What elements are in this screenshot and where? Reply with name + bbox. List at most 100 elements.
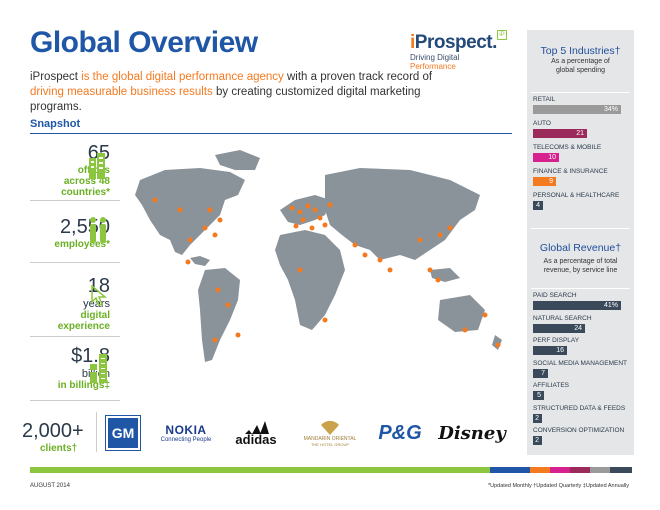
- central-america-shape: [190, 256, 210, 266]
- industries-subtitle: As a percentage of global spending: [551, 58, 610, 74]
- iprospect-logo: iProspect. iP Driving Digital Performanc…: [410, 30, 507, 71]
- snapshot-divider: [30, 133, 512, 134]
- industry-label: TELECOMS & MOBILE: [533, 144, 602, 151]
- disney-wordmark: Disney: [438, 422, 506, 444]
- intro-text: iProspect is the global digital performa…: [30, 70, 460, 115]
- pg-logo: P&G: [376, 415, 424, 451]
- intro-part-1: iProspect: [30, 71, 82, 83]
- nokia-logo: NOKIA Connecting People: [160, 415, 212, 451]
- greenland-shape: [215, 150, 260, 170]
- industry-bar: 4: [533, 201, 543, 210]
- logo-tagline: Driving Digital Performance: [410, 53, 505, 71]
- revenue-bar: 24: [533, 323, 585, 333]
- revenue-bar: 16: [533, 346, 567, 355]
- footer-stripe-segment: [280, 467, 390, 473]
- australia-shape: [438, 295, 485, 332]
- footer-stripe-segment: [160, 467, 280, 473]
- revenue-value: 24: [574, 324, 582, 332]
- industry-value: 21: [576, 130, 584, 137]
- industry-value: 34%: [603, 106, 618, 113]
- industry-value: 10: [548, 154, 556, 161]
- revenue-value: 5: [537, 392, 541, 399]
- footer-stripe-segment: [490, 467, 530, 473]
- revenue-value: 16: [556, 347, 564, 354]
- nokia-tagline: Connecting People: [160, 437, 212, 443]
- money-icon: [90, 354, 107, 383]
- industry-label: PERSONAL & HEALTHCARE: [533, 192, 620, 199]
- adidas-wordmark: adidas: [235, 432, 277, 447]
- gm-logo: GM: [105, 415, 141, 451]
- africa-shape: [275, 230, 345, 330]
- industry-value: 4: [536, 202, 540, 209]
- revenue-title: Global Revenue†: [539, 242, 622, 254]
- revenue-bar: 2: [533, 436, 542, 445]
- clients-count: 2,000+: [22, 420, 84, 442]
- stat-experience-line-1: digital: [80, 310, 110, 321]
- snapshot-title: Snapshot: [30, 118, 81, 130]
- gm-logo-text: GM: [105, 415, 141, 451]
- sidebar-separator: [531, 228, 630, 229]
- industry-bar: 34%: [533, 105, 621, 114]
- footer-stripe-segment: [610, 467, 632, 473]
- clients-divider: [96, 412, 97, 452]
- asia-shape: [325, 168, 480, 260]
- sidebar-separator: [531, 92, 630, 93]
- industries-title: Top 5 Industries†: [540, 45, 621, 57]
- world-map: [135, 150, 502, 362]
- logo-rest: Prospect.: [414, 32, 498, 53]
- indonesia-shape: [430, 268, 460, 282]
- building-icon: [89, 153, 105, 179]
- intro-part-4: driving measurable business results: [30, 86, 213, 98]
- industry-label: RETAIL: [533, 96, 556, 103]
- footer-stripe-segment: [570, 467, 590, 473]
- stat-divider: [30, 336, 120, 337]
- logo-tag-1: Driving Digital: [410, 53, 460, 62]
- footer-stripe-segment: [590, 467, 610, 473]
- revenue-label: NATURAL SEARCH: [533, 314, 592, 322]
- industry-bar: 21: [533, 129, 587, 138]
- mandarin-tagline: THE HOTEL GROUP: [310, 441, 350, 447]
- stat-offices-line-3: countries*: [61, 187, 110, 198]
- intro-part-2: is the global digital performance agency: [81, 71, 284, 83]
- pg-wordmark: P&G: [378, 421, 422, 444]
- revenue-bar: 7: [533, 368, 548, 378]
- footer-stripe-segment: [550, 467, 570, 473]
- intro-part-3: with a proven track record of: [283, 71, 433, 83]
- stat-experience-line-2: experience: [57, 321, 110, 332]
- revenue-value: 41%: [603, 302, 618, 309]
- disney-logo: Disney: [438, 415, 506, 451]
- industry-bar: 9: [533, 177, 556, 186]
- logo-wordmark: iProspect.: [410, 32, 505, 54]
- new-zealand-shape: [492, 335, 502, 350]
- footer-stripe-segment: [390, 467, 490, 473]
- cursor-icon: [91, 285, 108, 306]
- footer-stripe: [30, 467, 632, 473]
- clients-label: clients†: [40, 443, 78, 454]
- sidebar-separator: [531, 288, 630, 289]
- revenue-label: SOCIAL MEDIA MANAGEMENT: [533, 359, 628, 367]
- adidas-logo: adidas: [228, 415, 284, 451]
- revenue-label: CONVERSION OPTIMIZATION: [533, 427, 625, 434]
- footer-stripe-segment: [30, 467, 160, 473]
- people-icon: [90, 217, 106, 243]
- stats-sidebar: Top 5 Industries† As a percentage of glo…: [527, 30, 634, 455]
- industry-label: FINANCE & INSURANCE: [533, 168, 608, 175]
- page-title: Global Overview: [30, 26, 258, 59]
- south-america-shape: [198, 268, 240, 362]
- footer-stripe-segment: [530, 467, 550, 473]
- stat-divider: [30, 262, 120, 263]
- industry-label: AUTO: [533, 120, 551, 127]
- revenue-label: STRUCTURED DATA & FEEDS: [533, 404, 626, 412]
- stat-divider: [30, 400, 120, 401]
- revenue-bar: 2: [533, 413, 542, 423]
- revenue-bar: 41%: [533, 301, 621, 310]
- revenue-value: 7: [541, 369, 545, 377]
- fan-icon: [321, 420, 339, 435]
- footer-notes: *Updated Monthly †Updated Quarterly ‡Upd…: [488, 483, 629, 489]
- stat-divider: [30, 200, 120, 201]
- revenue-subtitle: As a percentage of total revenue, by ser…: [543, 258, 618, 274]
- revenue-value: 2: [535, 414, 539, 422]
- revenue-bar: 5: [533, 391, 544, 400]
- revenue-value: 2: [535, 437, 539, 444]
- footer-date: AUGUST 2014: [30, 483, 70, 489]
